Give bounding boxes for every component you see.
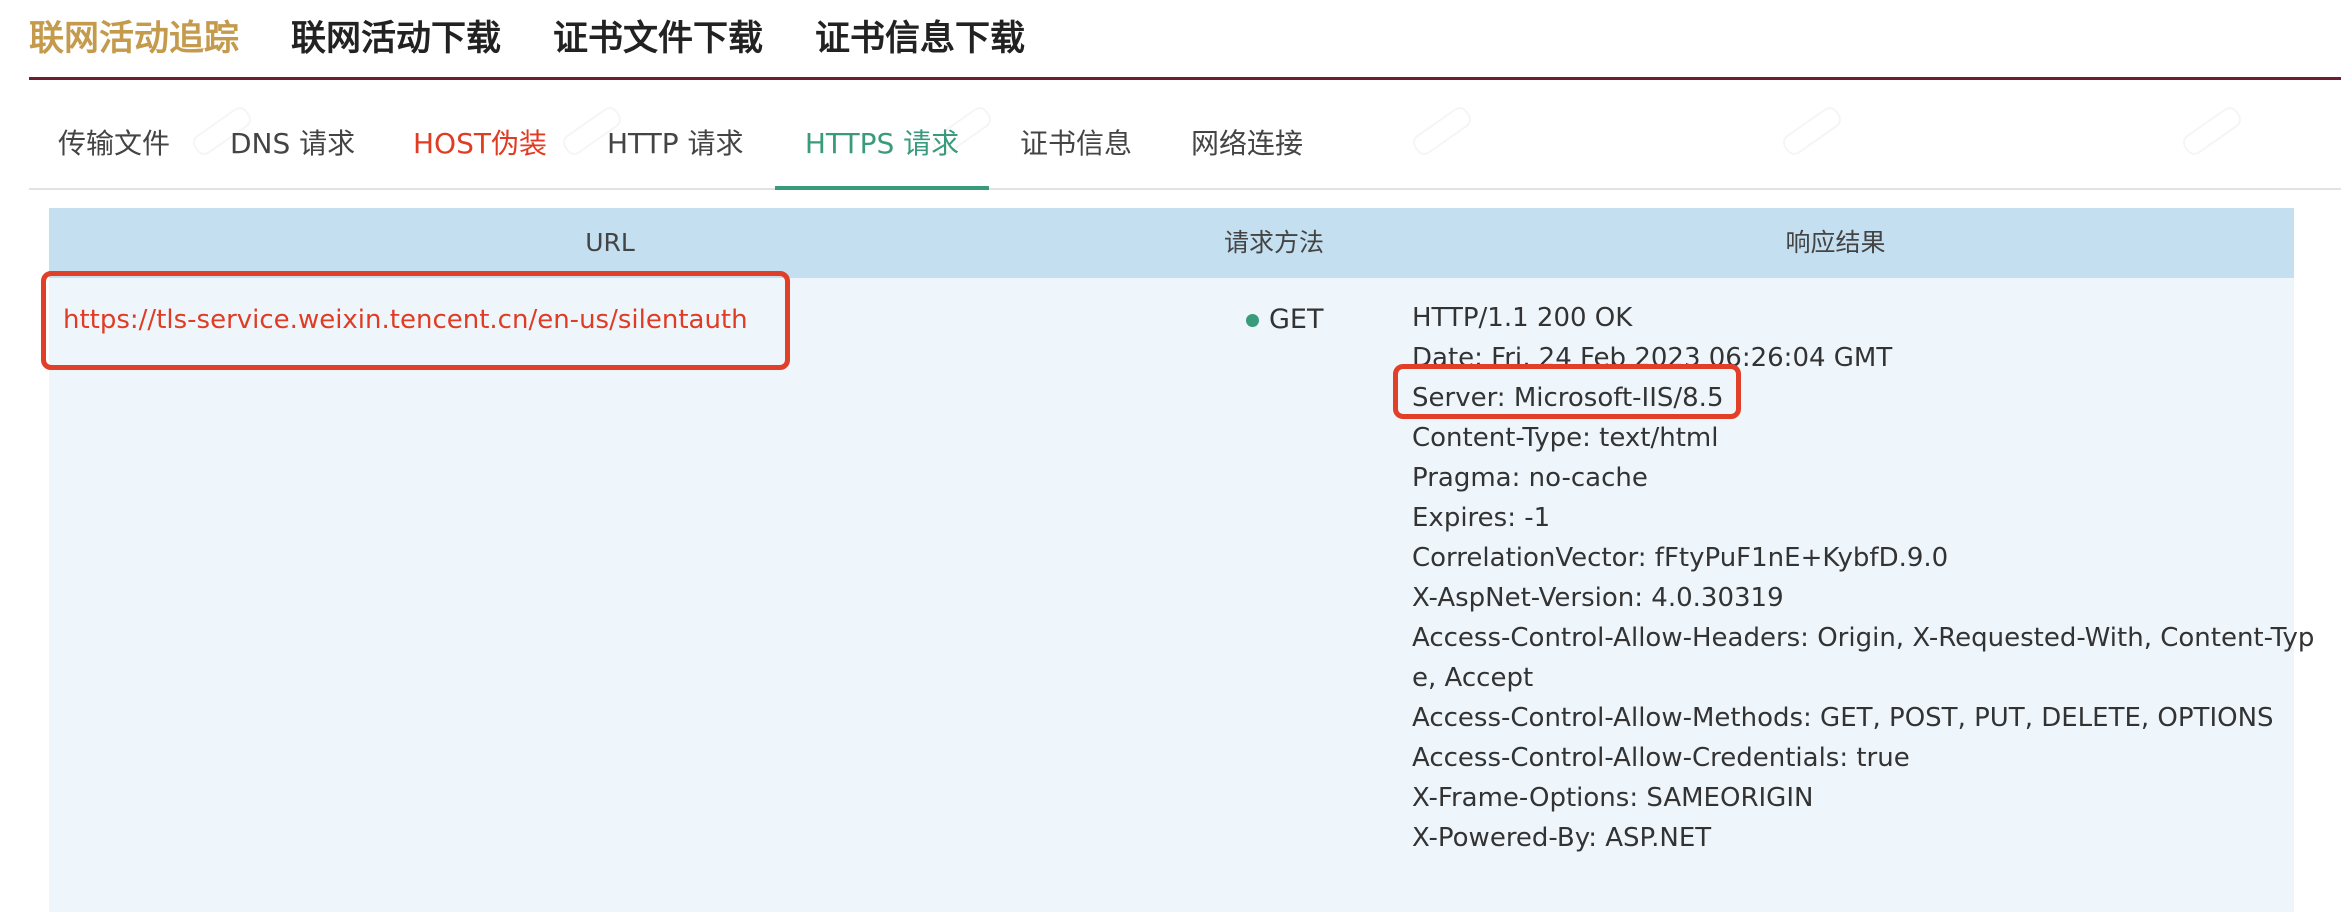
tab-dns-requests[interactable]: DNS 请求 (230, 126, 355, 186)
response-line-server: Server: Microsoft-IIS/8.5 (1412, 383, 1724, 413)
column-header-method: 请求方法 (1223, 228, 1324, 257)
table-row: https://tls-service.weixin.tencent.cn/en… (49, 278, 2314, 912)
response-line: X-Powered-By: ASP.NET (1412, 823, 1712, 853)
request-method: GET (1246, 302, 1323, 338)
response-line: Access-Control-Allow-Headers: Origin, X-… (1412, 623, 2315, 693)
response-line: X-Frame-Options: SAMEORIGIN (1412, 783, 1814, 813)
https-requests-table: URL 请求方法 响应结果 https://tls-service.weixin… (49, 208, 2314, 912)
tab-network-connections[interactable]: 网络连接 (1191, 126, 1303, 186)
response-line: Expires: -1 (1412, 503, 1551, 533)
top-tab-bar: 联网活动追踪 联网活动下载 证书文件下载 证书信息下载 (29, 0, 2341, 80)
request-method-label: GET (1269, 304, 1324, 335)
top-tab-certificate-file-download[interactable]: 证书文件下载 (553, 17, 763, 61)
tab-certificate-info[interactable]: 证书信息 (1020, 126, 1132, 186)
top-tab-certificate-info-download[interactable]: 证书信息下载 (815, 17, 1025, 61)
table-header: URL 请求方法 响应结果 (49, 208, 2294, 278)
response-line: Content-Type: text/html (1412, 423, 1719, 453)
tab-host-spoofing[interactable]: HOST伪装 (413, 126, 547, 186)
response-result: HTTP/1.1 200 OK Date: Fri, 24 Feb 2023 0… (1412, 298, 2332, 858)
tab-http-requests[interactable]: HTTP 请求 (607, 126, 744, 186)
response-line: HTTP/1.1 200 OK (1412, 303, 1633, 333)
response-line: Access-Control-Allow-Credentials: true (1412, 743, 1910, 773)
request-url[interactable]: https://tls-service.weixin.tencent.cn/en… (63, 302, 748, 338)
column-header-url: URL (585, 228, 635, 257)
top-tab-network-activity-download[interactable]: 联网活动下载 (291, 17, 501, 61)
tab-transfer-files[interactable]: 传输文件 (58, 126, 170, 186)
response-line: Pragma: no-cache (1412, 463, 1648, 493)
top-tab-network-activity-tracking[interactable]: 联网活动追踪 (29, 17, 239, 61)
response-line: X-AspNet-Version: 4.0.30319 (1412, 583, 1784, 613)
sub-tab-bar: 传输文件 DNS 请求 HOST伪装 HTTP 请求 HTTPS 请求 证书信息… (29, 110, 2341, 190)
response-line: Access-Control-Allow-Methods: GET, POST,… (1412, 703, 2274, 733)
column-header-response: 响应结果 (1785, 228, 1886, 257)
response-line: CorrelationVector: fFtyPuF1nE+KybfD.9.0 (1412, 543, 1949, 573)
status-dot-icon (1246, 313, 1259, 327)
response-line: Date: Fri, 24 Feb 2023 06:26:04 GMT (1412, 343, 1893, 373)
page: 联网活动追踪 联网活动下载 证书文件下载 证书信息下载 传输文件 DNS 请求 … (0, 0, 2344, 912)
tab-https-requests[interactable]: HTTPS 请求 (775, 126, 989, 190)
